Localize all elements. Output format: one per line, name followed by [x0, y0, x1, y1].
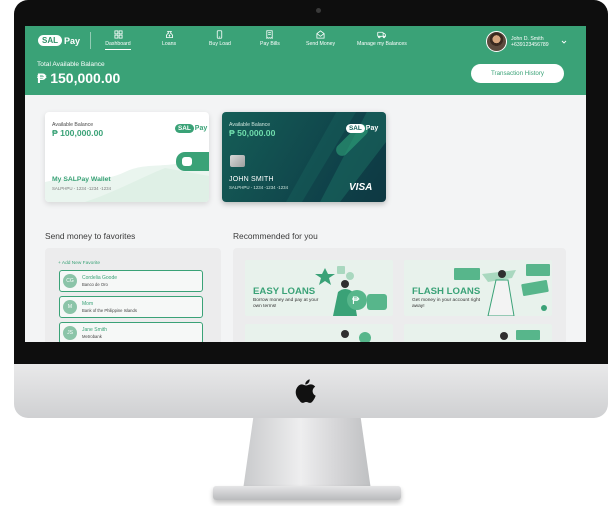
- svg-text:₱: ₱: [352, 295, 360, 307]
- recommended-title: Recommended for you: [233, 231, 318, 241]
- logo-pay: Pay: [64, 35, 81, 46]
- manage-balances-icon: [377, 31, 387, 39]
- nav-manage-balances[interactable]: Manage my Balances: [357, 30, 407, 47]
- card-balance-amount: ₱ 100,000.00: [52, 128, 104, 138]
- loans-icon: [165, 30, 173, 39]
- logo-pay: Pay: [365, 125, 379, 132]
- buy-load-icon: [217, 30, 223, 39]
- nav-label: Manage my Balances: [357, 41, 407, 47]
- visa-logo: VISA: [349, 182, 373, 193]
- logo-pay: Pay: [194, 125, 208, 132]
- toggle-knob: [182, 157, 192, 166]
- user-menu[interactable]: John D. Smith +639123456789: [486, 31, 567, 52]
- favorite-bank: Bank of the Philippine Islands: [82, 308, 137, 313]
- total-balance-label: Total Available Balance: [37, 61, 105, 68]
- recommendation-illustration: [341, 330, 371, 342]
- apple-logo-icon: [295, 379, 316, 403]
- favorite-name: Cordelia Goode: [82, 275, 118, 281]
- transaction-history-button[interactable]: Transaction History: [471, 64, 564, 83]
- recommendation-card[interactable]: [245, 324, 393, 342]
- nav-label: Pay Bills: [260, 41, 280, 47]
- total-balance-bar: Total Available Balance ₱ 150,000.00 Tra…: [25, 55, 586, 95]
- dashboard-icon: [113, 30, 123, 39]
- nav-buy-load[interactable]: Buy Load: [209, 30, 231, 47]
- wallet-number: SALPHPU - 1234 -1234 -1234: [52, 186, 112, 191]
- card-chip-icon: [230, 155, 245, 167]
- app-screen: SAL Pay Dashboard Loans Buy Load Pay Bil…: [25, 26, 586, 342]
- card-balance-amount: ₱ 50,000.00: [229, 128, 276, 138]
- wallet-card[interactable]: Available Balance ₱ 100,000.00 SAL Pay M…: [45, 112, 209, 202]
- salpay-logo[interactable]: SAL Pay: [38, 34, 80, 47]
- send-money-icon: [316, 30, 325, 39]
- user-info: John D. Smith +639123456789: [511, 36, 549, 48]
- nav-label: Dashboard: [105, 41, 131, 47]
- webcam: [316, 8, 321, 13]
- nav-send-money[interactable]: Send Money: [306, 30, 335, 47]
- favorite-name: Jane Smith: [82, 327, 108, 333]
- card-salpay-logo: SAL Pay: [175, 124, 207, 133]
- favorite-initials: JS: [63, 326, 77, 340]
- favorite-bank: Metrobank: [82, 334, 102, 339]
- easy-loans-subtitle: Borrow money and pay at your own terms!: [253, 298, 319, 309]
- top-navigation: SAL Pay Dashboard Loans Buy Load Pay Bil…: [25, 26, 586, 55]
- favorite-bank: Banco de Oro: [82, 282, 108, 287]
- avatar: [486, 31, 507, 52]
- recommendation-illustration: [500, 330, 540, 340]
- nav-pay-bills[interactable]: Pay Bills: [260, 30, 280, 47]
- card-salpay-logo: SAL Pay: [346, 124, 378, 133]
- favorite-initials: M: [63, 300, 77, 314]
- nav-label: Buy Load: [209, 41, 231, 47]
- nav-divider: [90, 32, 91, 49]
- nav-label: Loans: [162, 41, 177, 47]
- flash-loans-card[interactable]: FLASH LOANS Get money in your account ri…: [404, 260, 552, 316]
- recommendation-card[interactable]: [404, 324, 552, 342]
- favorite-item[interactable]: JS Jane Smith Metrobank: [59, 322, 203, 342]
- easy-loans-title: EASY LOANS: [253, 286, 316, 297]
- wallet-toggle[interactable]: [176, 152, 209, 171]
- monitor-stand: [243, 418, 371, 490]
- card-number: SALPHPU - 1234 -1234 -1234: [229, 185, 289, 190]
- wallet-name: My SALPay Wallet: [52, 176, 111, 183]
- pay-bills-icon: [266, 30, 274, 39]
- total-balance-amount: ₱ 150,000.00: [37, 70, 121, 86]
- visa-card[interactable]: Available Balance ₱ 50,000.00 SAL Pay JO…: [222, 112, 386, 202]
- favorite-initials: CG: [63, 274, 77, 288]
- chevron-down-icon: [561, 40, 566, 44]
- nav-label: Send Money: [306, 41, 336, 47]
- add-favorite-link[interactable]: + Add New Favorite: [58, 261, 100, 266]
- user-name: John D. Smith: [511, 35, 544, 42]
- favorite-item[interactable]: M Mom Bank of the Philippine Islands: [59, 296, 203, 318]
- flash-loans-title: FLASH LOANS: [412, 286, 481, 297]
- logo-sal: SAL: [175, 124, 194, 133]
- card-holder-name: JOHN SMITH: [229, 176, 274, 183]
- favorites-title: Send money to favorites: [45, 231, 136, 241]
- monitor-foot: [213, 486, 401, 500]
- favorite-item[interactable]: CG Cordelia Goode Banco de Oro: [59, 270, 203, 292]
- flash-loans-subtitle: Get money in your account right away!: [412, 298, 480, 309]
- nav-dashboard[interactable]: Dashboard: [105, 30, 131, 50]
- logo-sal: SAL: [38, 35, 62, 46]
- logo-sal: SAL: [346, 124, 365, 133]
- user-phone: +639123456789: [511, 41, 549, 48]
- easy-loans-card[interactable]: ₱ EASY LOANS Borrow money and pay at you…: [245, 260, 393, 316]
- nav-loans[interactable]: Loans: [162, 30, 176, 47]
- favorite-name: Mom: [82, 301, 94, 307]
